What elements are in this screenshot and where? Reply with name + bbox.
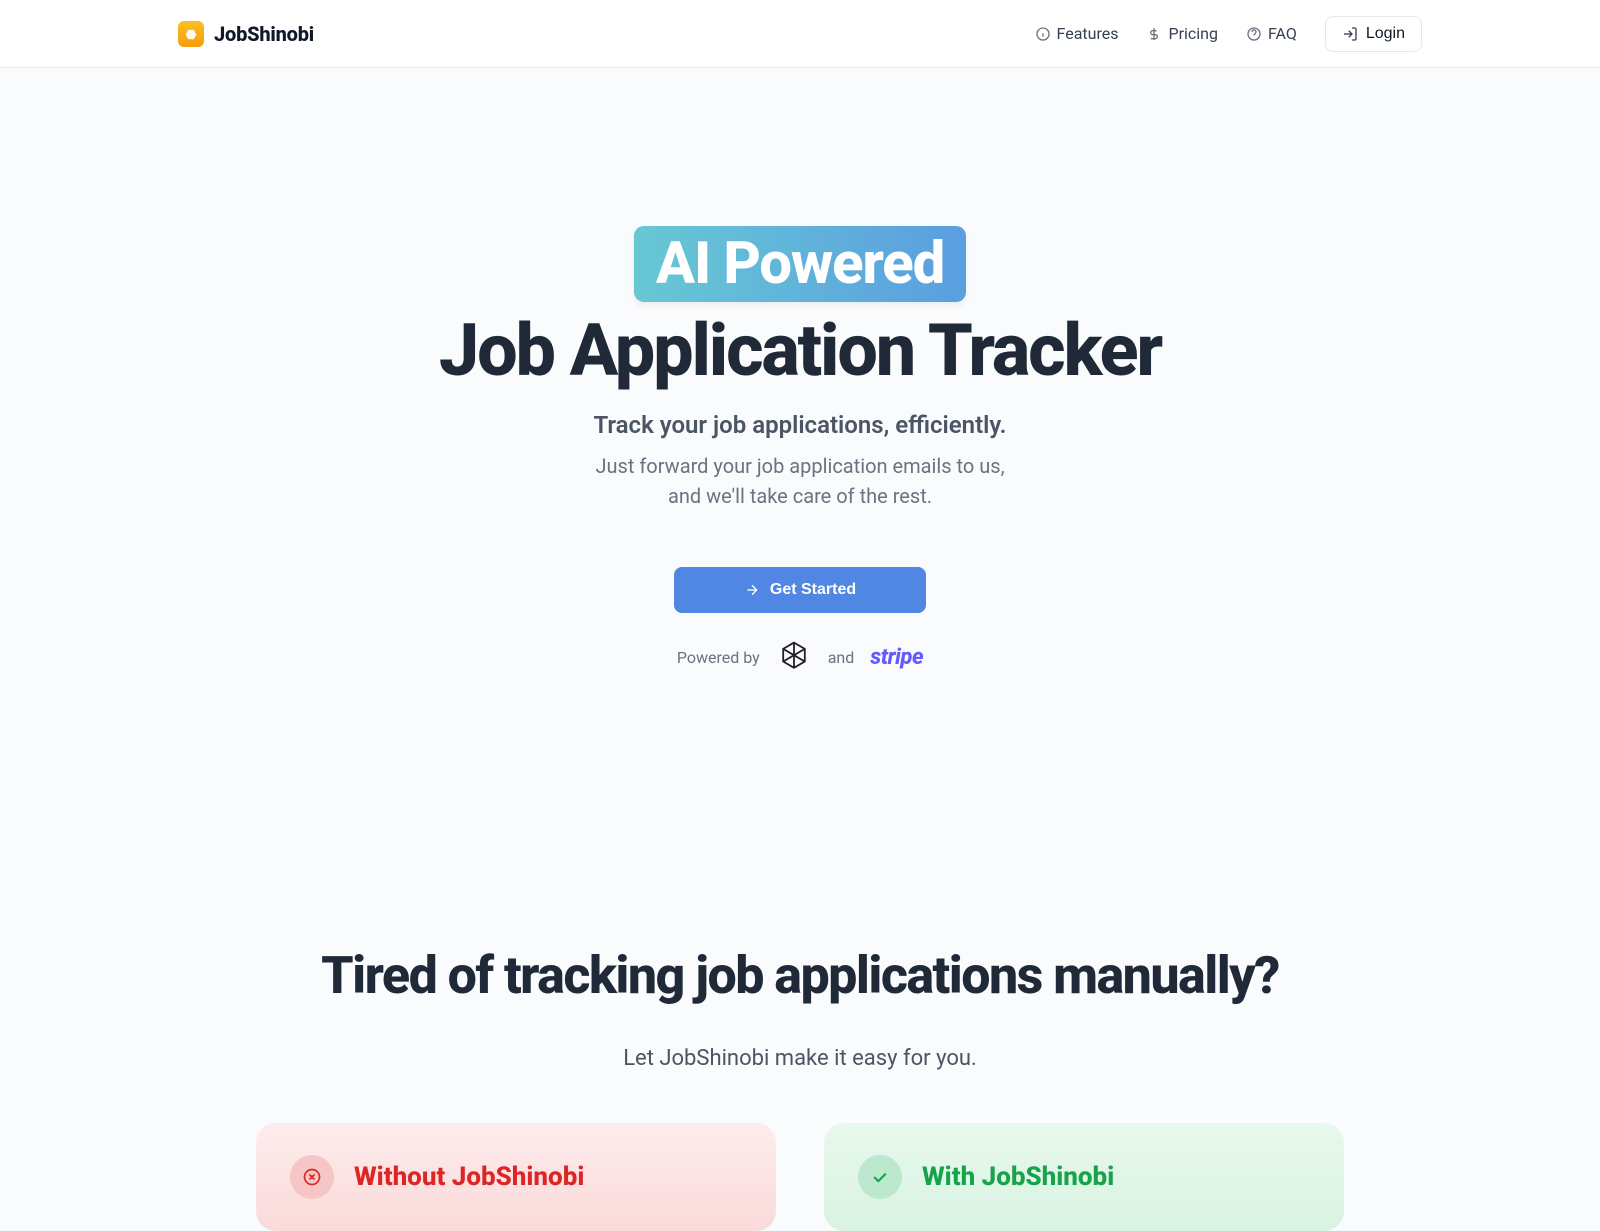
with-title: With JobShinobi xyxy=(922,1162,1114,1192)
hero-subtext-line1: Just forward your job application emails… xyxy=(595,454,1004,478)
nav-pricing[interactable]: Pricing xyxy=(1146,24,1218,43)
nav-pricing-label: Pricing xyxy=(1168,24,1218,43)
login-icon xyxy=(1342,26,1358,42)
powered-by-label: Powered by xyxy=(677,648,760,667)
nav-features[interactable]: Features xyxy=(1035,24,1119,43)
and-label: and xyxy=(828,648,855,667)
nav-faq-label: FAQ xyxy=(1268,24,1297,43)
openai-icon xyxy=(776,639,812,675)
without-title: Without JobShinobi xyxy=(354,1162,584,1192)
section2-subtitle: Let JobShinobi make it easy for you. xyxy=(0,1046,1600,1071)
info-icon xyxy=(1035,26,1051,42)
brand-link[interactable]: JobShinobi xyxy=(178,21,314,47)
x-circle-icon xyxy=(290,1155,334,1199)
login-label: Login xyxy=(1366,25,1405,43)
nav: Features Pricing FAQ Login xyxy=(1035,16,1422,52)
hero-section: AI Powered Job Application Tracker Track… xyxy=(0,68,1600,675)
without-card: Without JobShinobi xyxy=(256,1123,776,1231)
hero-title: Job Application Tracker xyxy=(0,308,1600,393)
stripe-logo: stripe xyxy=(870,645,923,670)
check-circle-icon xyxy=(858,1155,902,1199)
ai-powered-badge: AI Powered xyxy=(634,226,966,302)
help-icon xyxy=(1246,26,1262,42)
with-card: With JobShinobi xyxy=(824,1123,1344,1231)
cta-label: Get Started xyxy=(770,581,856,599)
nav-features-label: Features xyxy=(1057,24,1119,43)
header: JobShinobi Features Pricing FAQ Login xyxy=(0,0,1600,68)
comparison-section: Tired of tracking job applications manua… xyxy=(0,945,1600,1231)
powered-by: Powered by and stripe xyxy=(0,639,1600,675)
hero-subtext-line2: and we'll take care of the rest. xyxy=(668,484,932,508)
brand-logo-icon xyxy=(178,21,204,47)
comparison-cards: Without JobShinobi With JobShinobi xyxy=(0,1123,1600,1231)
hero-tagline: Track your job applications, efficiently… xyxy=(0,411,1600,439)
dollar-icon xyxy=(1146,26,1162,42)
hero-subtext: Just forward your job application emails… xyxy=(0,451,1600,511)
nav-faq[interactable]: FAQ xyxy=(1246,24,1297,43)
get-started-button[interactable]: Get Started xyxy=(674,567,926,613)
arrow-right-icon xyxy=(744,582,760,598)
login-button[interactable]: Login xyxy=(1325,16,1422,52)
section2-title: Tired of tracking job applications manua… xyxy=(0,945,1600,1006)
brand-name: JobShinobi xyxy=(214,22,314,46)
